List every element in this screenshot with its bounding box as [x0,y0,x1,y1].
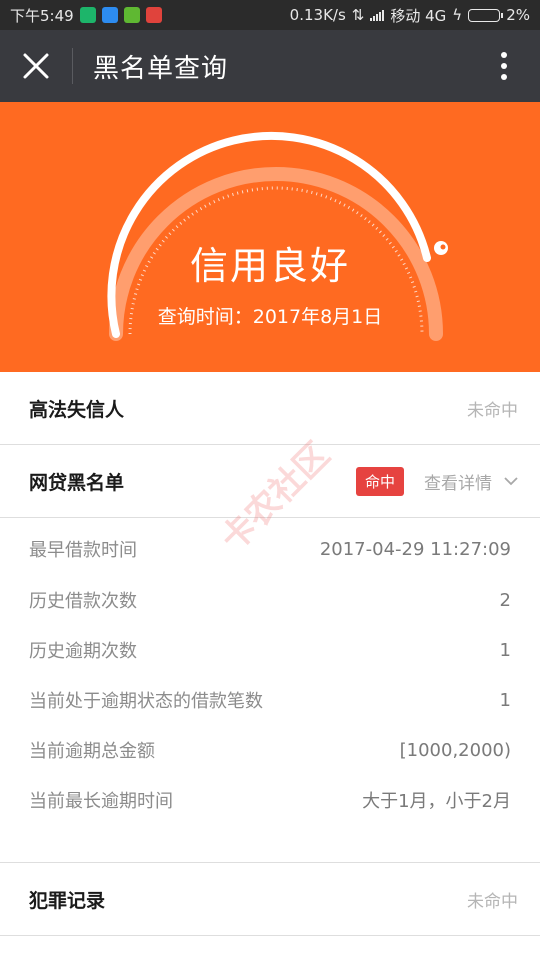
title-bar: 黑名单查询 [0,30,540,102]
detail-value: 2017-04-29 11:27:09 [319,538,511,560]
detail-label: 历史借款次数 [29,591,137,612]
detail-row: 最早借款时间 2017-04-29 11:27:09 [0,529,540,569]
detail-label: 历史逾期次数 [29,641,137,662]
more-options-button[interactable] [468,30,540,102]
court-dishonest-row[interactable]: 高法失信人 未命中 [0,372,540,444]
detail-value: 2 [499,589,511,611]
detail-label: 当前处于逾期状态的借款笔数 [29,691,263,712]
query-time: 查询时间：2017年8月1日 [157,306,383,328]
court-dishonest-status: 未命中 [467,400,518,421]
detail-row: 当前最长逾期时间 大于1月，小于2月 [0,780,540,820]
detail-value: 1 [499,689,511,711]
chevron-down-icon[interactable] [504,476,518,486]
divider [0,935,540,936]
detail-row: 当前处于逾期状态的借款笔数 1 [0,680,540,720]
divider [0,517,540,518]
credit-status-text: 信用良好 [189,244,350,288]
criminal-record-status: 未命中 [467,891,518,912]
detail-label: 当前逾期总金额 [29,741,155,762]
detail-value: 1 [499,639,511,661]
battery-percent: 2% [506,6,530,24]
detail-value: 大于1月，小于2月 [362,791,511,812]
network-speed: 0.13K/s [289,6,346,24]
court-dishonest-title: 高法失信人 [29,398,125,421]
detail-row: 历史借款次数 2 [0,580,540,620]
criminal-record-row[interactable]: 犯罪记录 未命中 [0,863,540,935]
title-divider [72,48,73,84]
detail-label: 最早借款时间 [29,540,137,561]
close-button[interactable] [0,30,72,102]
hit-badge: 命中 [355,466,404,496]
battery-icon [468,8,504,22]
detail-label: 当前最长逾期时间 [29,791,173,812]
notification-shield-icon [101,7,118,23]
notification-phone-icon [123,7,140,23]
more-vertical-icon [501,52,507,80]
loan-blacklist-title: 网贷黑名单 [29,471,125,494]
criminal-record-title: 犯罪记录 [29,889,106,912]
data-arrows-icon: ⇅ [351,6,365,24]
view-details-link[interactable]: 查看详情 [424,469,492,494]
notification-bag-icon [145,7,162,23]
signal-icon [370,9,385,21]
page-title: 黑名单查询 [93,53,229,84]
status-time: 下午5:49 [10,6,74,25]
detail-value: [1000,2000) [399,739,511,761]
charging-icon: ϟ [452,6,463,24]
close-icon [23,53,49,79]
status-bar: 下午5:49 0.13K/s ⇅ 移动 4G ϟ 2% [0,0,540,30]
detail-row: 当前逾期总金额 [1000,2000) [0,730,540,770]
loan-blacklist-row[interactable]: 网贷黑名单 命中 查看详情 [0,445,540,517]
notification-app-icon [79,7,96,23]
detail-row: 历史逾期次数 1 [0,630,540,670]
credit-status-panel: 信用良好 查询时间：2017年8月1日 [0,102,540,372]
carrier: 移动 4G [390,6,447,25]
